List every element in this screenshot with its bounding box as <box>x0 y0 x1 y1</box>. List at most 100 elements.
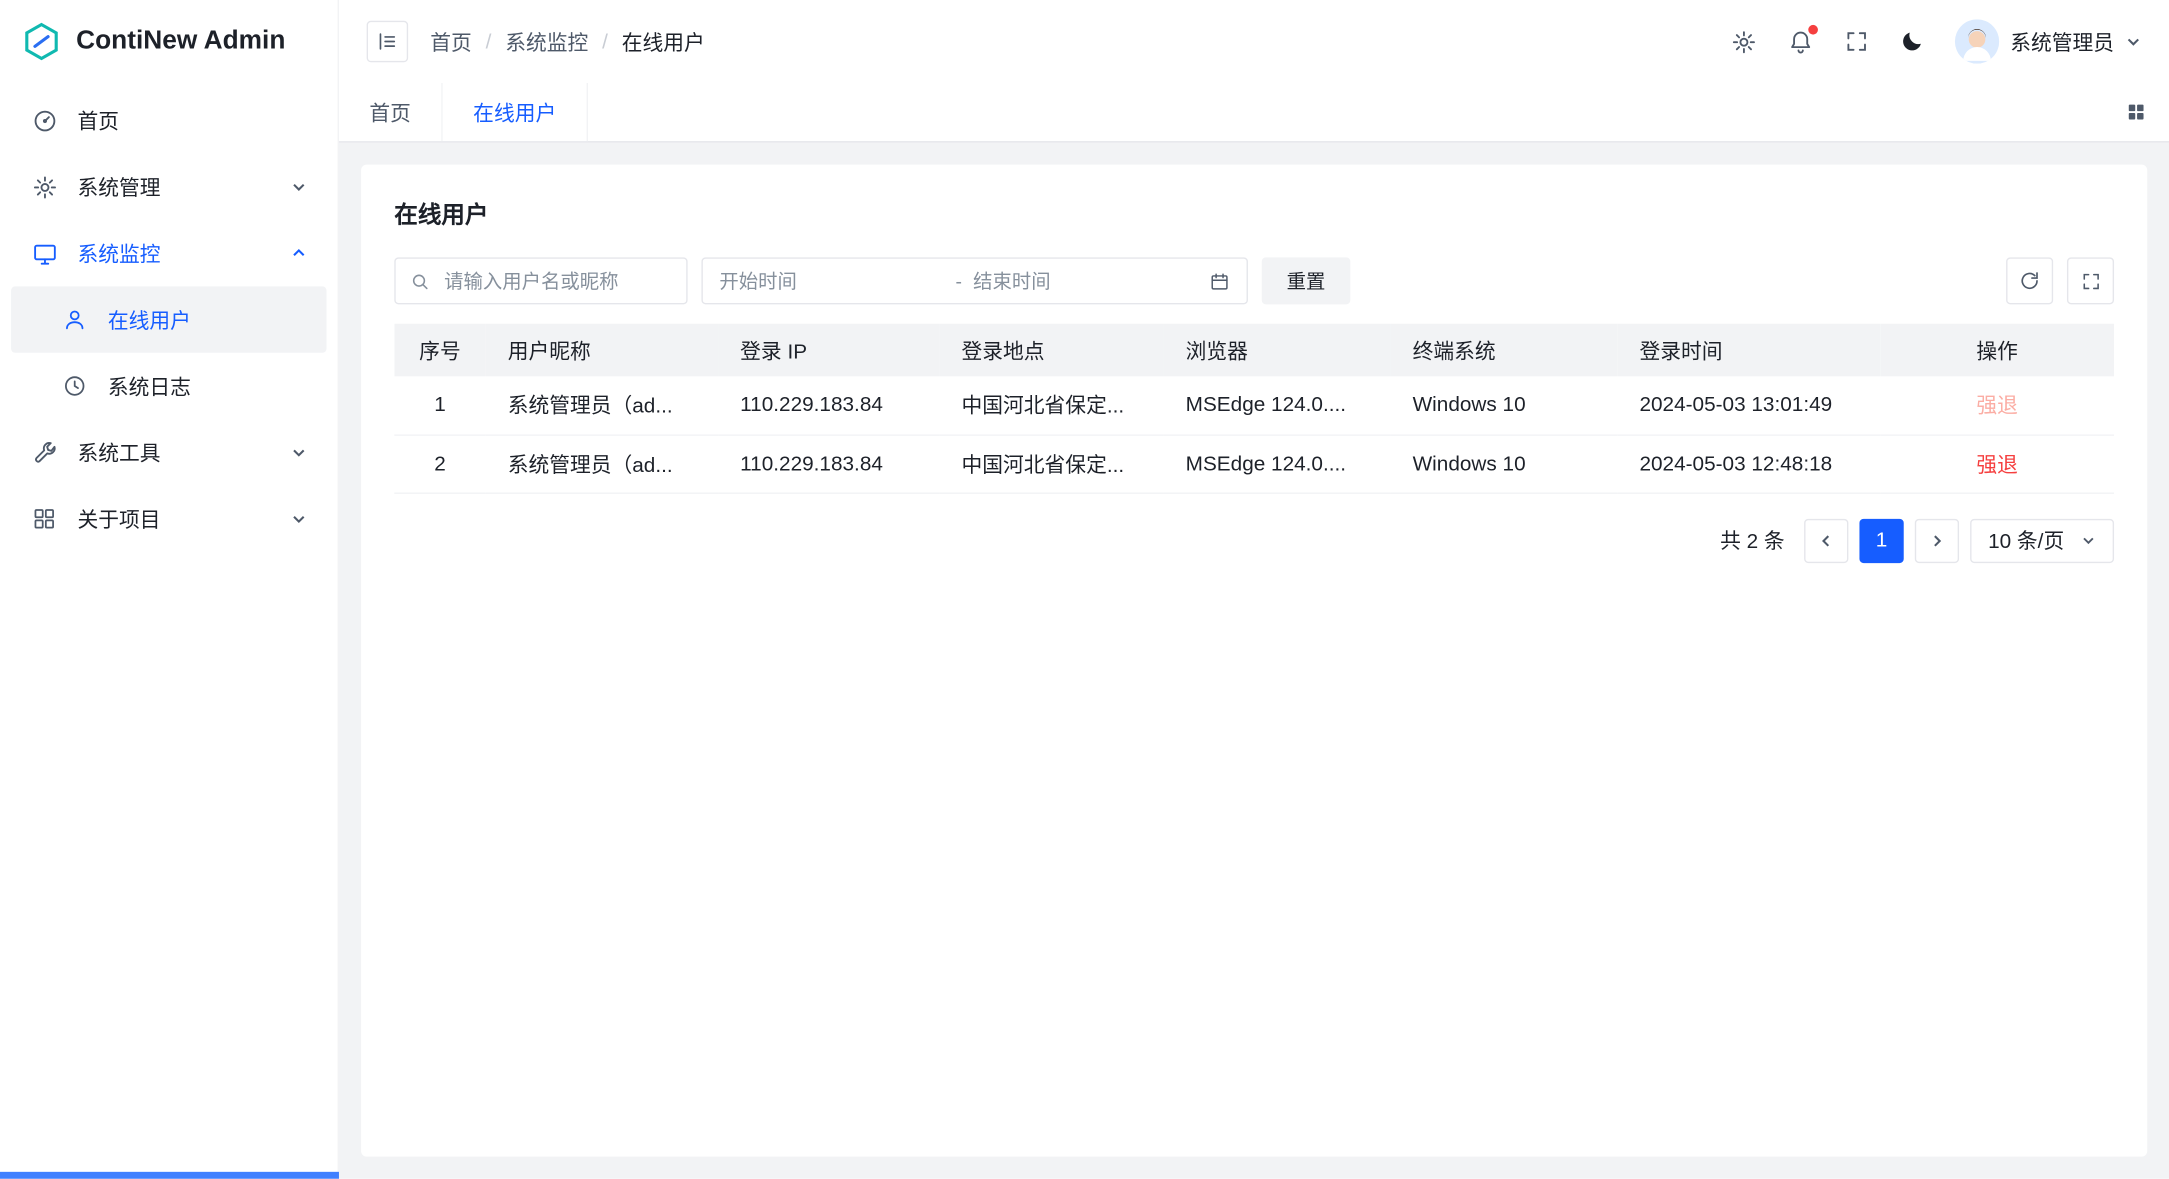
breadcrumb-current: 在线用户 <box>622 27 705 56</box>
tabbar: 首页 在线用户 <box>339 83 2169 142</box>
chevron-down-icon <box>291 178 308 195</box>
moon-icon <box>1900 29 1925 54</box>
column-header-login-time: 登录时间 <box>1617 324 1880 377</box>
toolbar: 开始时间 - 结束时间 重置 <box>394 257 2114 304</box>
refresh-button[interactable] <box>2006 257 2053 304</box>
column-header-browser: 浏览器 <box>1164 324 1391 377</box>
user-menu[interactable]: 系统管理员 <box>1955 19 2142 63</box>
cell-index: 2 <box>394 434 485 492</box>
sidebar-submenu-monitor: 在线用户 系统日志 <box>11 286 326 419</box>
app-viewport: ContiNew Admin 首页 系统管理 <box>0 0 2169 1179</box>
table-row: 2 系统管理员（ad... 110.229.183.84 中国河北省保定... … <box>394 434 2114 492</box>
topbar: 首页 / 系统监控 / 在线用户 <box>339 0 2169 83</box>
pagination-total: 共 2 条 <box>1720 526 1785 555</box>
cell-browser: MSEdge 124.0.... <box>1164 376 1391 434</box>
sidebar-item-label: 关于项目 <box>77 504 160 533</box>
app-logo-icon <box>21 21 63 63</box>
cell-index: 1 <box>394 376 485 434</box>
reset-button[interactable]: 重置 <box>1262 257 1351 304</box>
cell-nickname: 系统管理员（ad... <box>486 434 718 492</box>
grid-icon <box>2125 101 2147 123</box>
breadcrumb-home[interactable]: 首页 <box>430 27 472 56</box>
search-input[interactable] <box>441 268 672 293</box>
column-header-location: 登录地点 <box>939 324 1163 377</box>
sidebar-item-about-project[interactable]: 关于项目 <box>11 486 326 552</box>
notifications-button[interactable] <box>1787 28 1813 54</box>
topbar-actions: 系统管理员 <box>1731 19 2142 63</box>
clock-icon <box>61 372 89 400</box>
cell-os: Windows 10 <box>1390 376 1617 434</box>
content-area: 在线用户 开始时间 - 结束时间 <box>339 143 2169 1179</box>
chevron-down-icon <box>2081 533 2096 548</box>
pagination: 共 2 条 1 10 条/页 <box>394 518 2114 562</box>
sidebar-item-label: 系统管理 <box>77 172 160 201</box>
cell-login-time: 2024-05-03 13:01:49 <box>1617 376 1880 434</box>
sidebar-item-label: 系统监控 <box>77 239 160 268</box>
avatar <box>1955 19 1999 63</box>
table-header-row: 序号 用户昵称 登录 IP 登录地点 浏览器 终端系统 登录时间 操作 <box>394 324 2114 377</box>
chevron-down-icon <box>2125 33 2142 50</box>
sidebar-item-system-management[interactable]: 系统管理 <box>11 154 326 220</box>
search-icon <box>410 270 431 291</box>
sidebar-item-home[interactable]: 首页 <box>11 87 326 153</box>
sidebar-item-label: 系统工具 <box>77 438 160 467</box>
sidebar-collapse-button[interactable] <box>367 21 409 63</box>
gear-icon <box>30 173 58 201</box>
fullscreen-button[interactable] <box>1844 29 1869 54</box>
calendar-icon <box>1209 270 1230 291</box>
pagination-page-1[interactable]: 1 <box>1859 518 1903 562</box>
online-users-card: 在线用户 开始时间 - 结束时间 <box>361 165 2147 1157</box>
force-logout-link[interactable]: 强退 <box>1976 395 2018 419</box>
chevron-right-icon <box>1929 532 1946 549</box>
page-size-value: 10 条/页 <box>1988 526 2064 555</box>
expand-table-button[interactable] <box>2067 257 2114 304</box>
cell-login-time: 2024-05-03 12:48:18 <box>1617 434 1880 492</box>
cell-browser: MSEdge 124.0.... <box>1164 434 1391 492</box>
date-start-placeholder: 开始时间 <box>719 267 944 295</box>
settings-button[interactable] <box>1731 28 1757 54</box>
pagination-next-button[interactable] <box>1915 518 1959 562</box>
chevron-down-icon <box>291 444 308 461</box>
cell-location: 中国河北省保定... <box>939 376 1163 434</box>
sidebar-menu: 首页 系统管理 <box>0 83 338 556</box>
table-tools <box>2006 257 2114 304</box>
logo-row: ContiNew Admin <box>0 0 338 83</box>
monitor-icon <box>30 239 58 267</box>
online-users-table: 序号 用户昵称 登录 IP 登录地点 浏览器 终端系统 登录时间 操作 1 <box>394 324 2114 493</box>
tab-actions-button[interactable] <box>2103 83 2169 141</box>
cell-location: 中国河北省保定... <box>939 434 1163 492</box>
sidebar-item-label: 在线用户 <box>108 305 191 334</box>
apps-icon <box>30 505 58 533</box>
force-logout-link[interactable]: 强退 <box>1976 453 2018 477</box>
app-title: ContiNew Admin <box>76 26 285 56</box>
chevron-down-icon <box>291 511 308 528</box>
tab-online-users[interactable]: 在线用户 <box>443 83 588 141</box>
tab-label: 首页 <box>369 98 411 127</box>
breadcrumb: 首页 / 系统监控 / 在线用户 <box>430 27 704 56</box>
search-box <box>394 257 687 304</box>
tab-home[interactable]: 首页 <box>339 83 443 141</box>
sidebar-item-system-logs[interactable]: 系统日志 <box>11 353 326 419</box>
column-header-index: 序号 <box>394 324 485 377</box>
main-area: 首页 / 系统监控 / 在线用户 <box>339 0 2169 1179</box>
sidebar-item-label: 系统日志 <box>108 371 191 400</box>
table-row: 1 系统管理员（ad... 110.229.183.84 中国河北省保定... … <box>394 376 2114 434</box>
dark-mode-button[interactable] <box>1900 29 1925 54</box>
sidebar-bottom-accent <box>0 1172 339 1179</box>
sidebar: ContiNew Admin 首页 系统管理 <box>0 0 339 1179</box>
sidebar-item-system-monitor[interactable]: 系统监控 <box>11 220 326 286</box>
sidebar-item-system-tools[interactable]: 系统工具 <box>11 419 326 485</box>
date-end-placeholder: 结束时间 <box>973 267 1198 295</box>
column-header-actions: 操作 <box>1880 324 2114 377</box>
breadcrumb-system-monitor[interactable]: 系统监控 <box>505 27 588 56</box>
cell-ip: 110.229.183.84 <box>718 434 939 492</box>
sidebar-item-online-users[interactable]: 在线用户 <box>11 286 326 352</box>
chevron-left-icon <box>1818 532 1835 549</box>
pagination-prev-button[interactable] <box>1804 518 1848 562</box>
date-range-picker[interactable]: 开始时间 - 结束时间 <box>701 257 1247 304</box>
user-name: 系统管理员 <box>2010 27 2114 56</box>
page-title: 在线用户 <box>394 195 2114 230</box>
notification-badge <box>1808 24 1818 34</box>
page-size-select[interactable]: 10 条/页 <box>1970 518 2114 562</box>
breadcrumb-separator: / <box>486 30 492 54</box>
